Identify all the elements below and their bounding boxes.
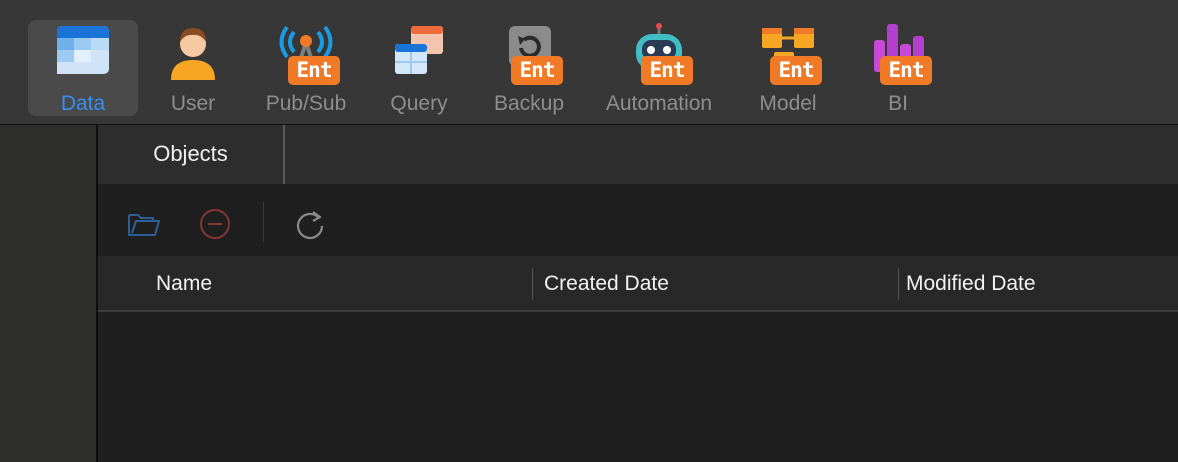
- toolbar-pubsub-ent-badge: Ent: [288, 56, 340, 85]
- column-divider[interactable]: [532, 268, 533, 300]
- toolbar-user-button[interactable]: User: [138, 20, 248, 116]
- broadcast-antenna-icon: Ent: [278, 22, 340, 85]
- tab-objects[interactable]: Objects: [98, 125, 285, 184]
- toolbar-data-button[interactable]: Data: [28, 20, 138, 116]
- toolbar-user-label: User: [170, 92, 216, 115]
- toolbar-automation-button[interactable]: Ent Automation: [596, 20, 722, 116]
- toolbar-bi-ent-badge: Ent: [880, 56, 932, 85]
- column-header-name[interactable]: Name: [156, 256, 212, 310]
- toolbar-data-label: Data: [60, 92, 106, 115]
- table-header: Name Created Date Modified Date: [98, 256, 1178, 312]
- navigation-pane: [0, 125, 98, 462]
- remove-circle-icon[interactable]: [197, 206, 233, 242]
- toolbar-query-button[interactable]: Query: [364, 20, 474, 116]
- bar-chart-icon: Ent: [870, 22, 932, 85]
- objects-table-body[interactable]: [98, 312, 1178, 462]
- data-grid-icon: [55, 22, 111, 82]
- user-icon: [165, 22, 221, 82]
- toolbar-model-button[interactable]: Ent Model: [733, 20, 843, 116]
- tab-bar: Objects: [98, 125, 1178, 184]
- column-header-created-date[interactable]: Created Date: [544, 256, 669, 310]
- toolbar-model-ent-badge: Ent: [770, 56, 822, 85]
- refresh-icon[interactable]: [292, 206, 328, 242]
- toolbar-bi-label: BI: [888, 92, 908, 115]
- toolbar-bi-button[interactable]: Ent BI: [843, 20, 953, 116]
- action-separator: [263, 202, 264, 242]
- toolbar-automation-ent-badge: Ent: [641, 56, 693, 85]
- column-divider[interactable]: [898, 268, 899, 300]
- toolbar-model-label: Model: [759, 92, 817, 115]
- main-toolbar: Data User Ent Pub/Sub Query Ent Backup E…: [0, 0, 1178, 125]
- open-folder-icon[interactable]: [126, 206, 162, 242]
- model-diagram-icon: Ent: [760, 22, 822, 85]
- toolbar-backup-ent-badge: Ent: [511, 56, 563, 85]
- column-header-modified-date[interactable]: Modified Date: [906, 256, 1036, 310]
- toolbar-backup-label: Backup: [493, 92, 565, 115]
- object-action-bar: [98, 184, 1178, 256]
- robot-icon: Ent: [631, 22, 693, 85]
- toolbar-automation-label: Automation: [605, 92, 713, 115]
- toolbar-pubsub-label: Pub/Sub: [265, 92, 347, 115]
- query-tables-icon: [391, 22, 447, 82]
- toolbar-backup-button[interactable]: Ent Backup: [474, 20, 584, 116]
- toolbar-query-label: Query: [390, 92, 448, 115]
- backup-restore-icon: Ent: [501, 22, 563, 85]
- toolbar-pubsub-button[interactable]: Ent Pub/Sub: [251, 20, 361, 116]
